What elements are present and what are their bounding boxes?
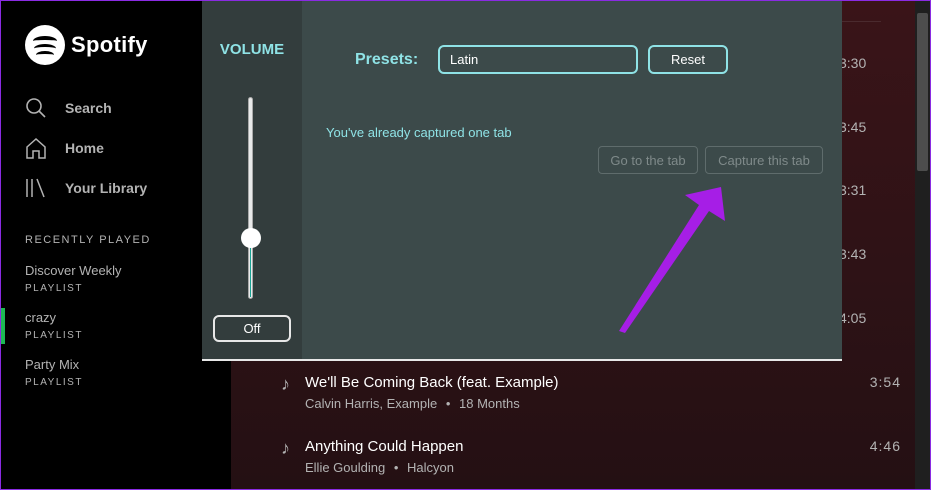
track-duration: 3:31 (839, 182, 867, 198)
spotify-logo-icon (25, 25, 65, 65)
track-duration: 3:43 (839, 246, 867, 262)
track-subtitle: Ellie Goulding • Halcyon (305, 460, 454, 475)
go-to-tab-button[interactable]: Go to the tab (598, 146, 698, 174)
capture-this-tab-button[interactable]: Capture this tab (705, 146, 823, 174)
track-duration: 3:54 (869, 374, 901, 390)
volume-slider[interactable] (248, 97, 253, 299)
nav-search-label: Search (65, 100, 112, 116)
track-duration: 4:46 (869, 438, 901, 454)
nav-library-label: Your Library (65, 180, 148, 196)
off-button[interactable]: Off (213, 315, 291, 342)
track-duration: 3:30 (839, 55, 867, 71)
active-playlist-indicator (1, 308, 5, 344)
track-title: We'll Be Coming Back (feat. Example) (305, 374, 559, 391)
recently-played-heading: RECENTLY PLAYED (25, 234, 151, 246)
volume-panel: VOLUME Off (202, 1, 302, 359)
track-album[interactable]: Halcyon (407, 460, 454, 475)
track-duration: 3:45 (839, 119, 867, 135)
playlist-party-mix[interactable]: Party Mix PLAYLIST (25, 357, 83, 388)
volume-label: VOLUME (219, 41, 285, 58)
extension-popup: VOLUME Off Presets: Reset You've already… (202, 1, 842, 361)
playlist-name: Discover Weekly (25, 263, 122, 278)
track-album[interactable]: 18 Months (459, 396, 520, 411)
track-duration: 4:05 (839, 310, 867, 326)
separator: • (445, 396, 451, 411)
playlist-type: PLAYLIST (25, 330, 83, 341)
home-icon (25, 137, 47, 159)
presets-input[interactable] (438, 45, 638, 74)
nav-home-label: Home (65, 140, 104, 156)
spotify-logo[interactable]: Spotify (25, 25, 148, 65)
track-artist[interactable]: Calvin Harris, Example (305, 396, 437, 411)
music-note-icon: ♪ (281, 438, 290, 458)
playlist-discover-weekly[interactable]: Discover Weekly PLAYLIST (25, 263, 122, 294)
search-icon (25, 97, 47, 119)
library-icon (25, 177, 47, 199)
track-artist[interactable]: Ellie Goulding (305, 460, 385, 475)
playlist-crazy[interactable]: crazy PLAYLIST (25, 310, 83, 341)
annotation-arrow (619, 187, 725, 333)
scrollbar-thumb[interactable] (917, 13, 928, 171)
reset-button[interactable]: Reset (648, 45, 728, 74)
track-subtitle: Calvin Harris, Example • 18 Months (305, 396, 520, 411)
track-title: Anything Could Happen (305, 438, 464, 455)
sidebar: Spotify Search Home Your Library RECENTL… (1, 1, 231, 489)
separator: • (393, 460, 399, 475)
music-note-icon: ♪ (281, 374, 290, 394)
scrollbar[interactable] (915, 1, 930, 489)
spotify-logo-text: Spotify (71, 32, 148, 57)
volume-slider-thumb[interactable] (241, 228, 261, 249)
nav-home[interactable]: Home (25, 137, 104, 159)
playlist-type: PLAYLIST (25, 377, 83, 388)
presets-label: Presets: (355, 51, 419, 68)
nav-library[interactable]: Your Library (25, 177, 147, 199)
nav-search[interactable]: Search (25, 97, 112, 119)
capture-status-text: You've already captured one tab (326, 125, 512, 140)
playlist-name: crazy (25, 310, 57, 325)
playlist-type: PLAYLIST (25, 283, 83, 294)
playlist-name: Party Mix (25, 357, 80, 372)
